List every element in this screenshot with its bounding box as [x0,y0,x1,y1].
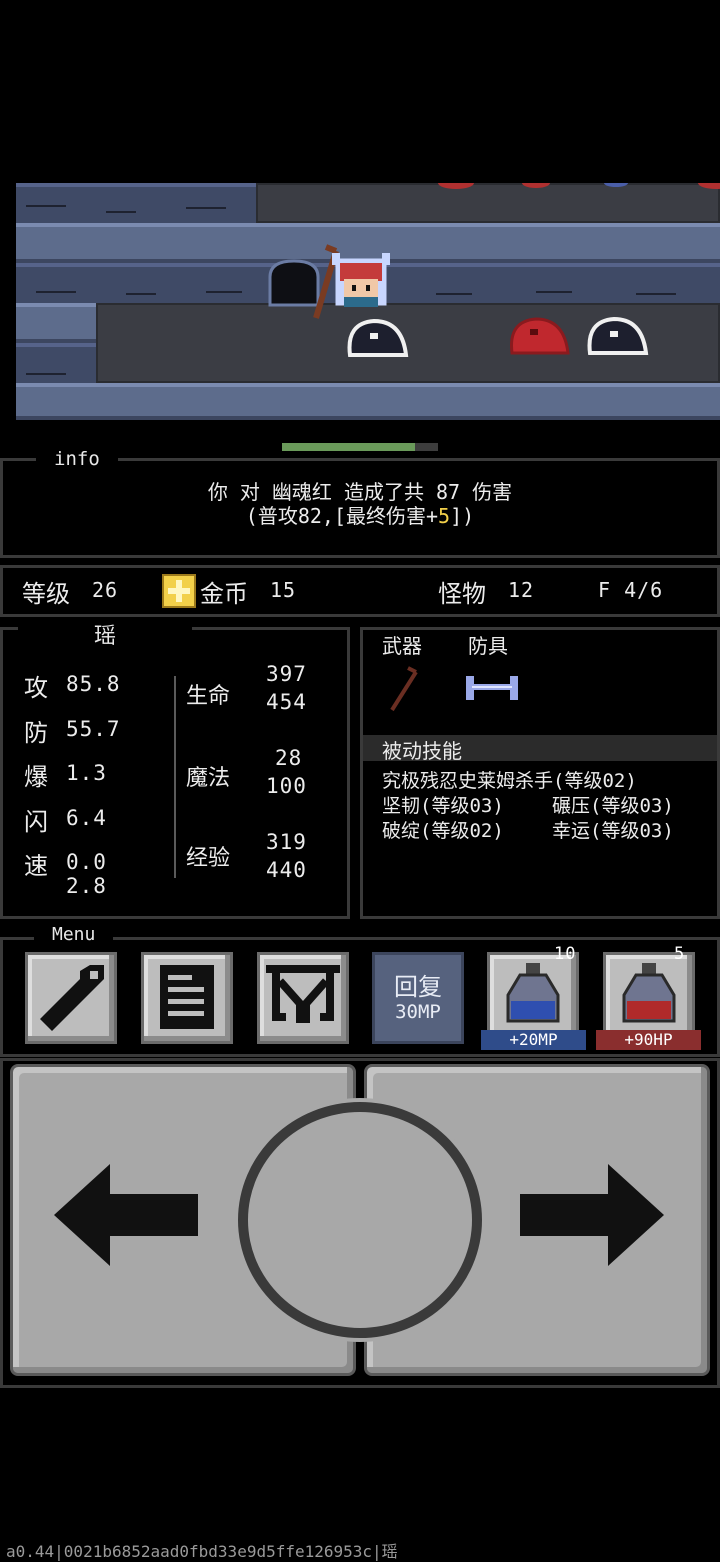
info-line2-prefix: (普攻82,[最终伤害+ [245,504,439,528]
speed-value-top: 0.0 [66,850,107,874]
armor-label: 防具 [468,634,508,658]
floor-indicator: F 4/6 [598,578,664,602]
document-icon [160,965,214,1029]
hp-potion-count: 5 [674,944,686,964]
crit-label: 爆 [24,763,48,791]
recover-button[interactable]: 回复 30MP [372,952,464,1044]
hp-max: 454 [266,690,307,714]
gold-label: 金币 [200,580,248,608]
crit-value: 1.3 [66,761,107,785]
character-name: 瑶 [18,618,192,650]
info-line2-suffix: ]) [450,504,475,528]
map-icon [266,965,340,1023]
monster-value: 12 [508,578,535,602]
recover-cost: 30MP [395,1001,441,1023]
mp-potion-label: +20MP [481,1030,586,1050]
red-potion-icon [622,963,676,1023]
passive-skills-label: 被动技能 [382,739,462,763]
level-label: 等级 [22,580,70,608]
player-hp-bar-fill [282,443,415,451]
exp-current: 319 [266,830,307,854]
info-line2-bonus: 5 [438,504,451,528]
info-message-line2: (普攻82,[最终伤害+5]) [0,500,720,529]
monster-label: 怪物 [438,580,486,608]
passive-skill-4: 破绽(等级02) [382,820,504,842]
defense-value: 55.7 [66,717,121,741]
red-ghost-enemy-icon[interactable] [506,313,572,357]
dodge-label: 闪 [24,808,48,836]
info-title: info [36,448,118,470]
passive-skill-5: 幸运(等级03) [552,820,674,842]
mp-current: 28 [275,746,303,770]
mp-potion-count: 10 [554,944,577,964]
exp-max: 440 [266,858,307,882]
build-info: a0.44|0021b6852aad0fbd33e9d5ffe126953c|瑶 [6,1542,398,1561]
speed-label: 速 [24,852,48,880]
player-character-icon[interactable] [306,243,396,323]
gold-plus-icon[interactable] [162,574,196,608]
passive-skill-3: 碾压(等级03) [552,795,674,817]
hp-current: 397 [266,662,307,686]
map-button[interactable] [257,952,349,1044]
arrow-left-icon [54,1164,198,1266]
stats-divider [174,676,176,878]
weapon-staff-icon[interactable] [384,664,428,714]
ghost-enemy-icon[interactable] [344,315,410,359]
passive-skill-2: 坚韧(等级03) [382,795,504,817]
weapon-label: 武器 [382,634,422,658]
recover-label: 回复 [394,973,442,1001]
dodge-value: 6.4 [66,806,107,830]
settings-button[interactable] [25,952,117,1044]
mp-label: 魔法 [186,766,231,791]
gold-value: 15 [270,578,297,602]
enemy-partial-icons [438,183,720,189]
ghost-enemy-icon[interactable] [584,313,650,357]
game-scene [16,183,720,420]
action-button[interactable] [238,1102,482,1338]
player-hp-bar [282,443,438,451]
speed-value-bottom: 2.8 [66,874,107,898]
attack-value: 85.8 [66,672,121,696]
hp-potion-label: +90HP [596,1030,701,1050]
level-value: 26 [92,578,119,602]
attack-label: 攻 [24,674,48,702]
armor-headband-icon[interactable] [462,670,522,706]
exp-label: 经验 [186,846,231,871]
menu-title: Menu [34,924,114,945]
passive-skill-1: 究极残忍史莱姆杀手(等级02) [382,770,637,792]
mp-max: 100 [266,774,307,798]
log-button[interactable] [141,952,233,1044]
defense-label: 防 [24,719,48,747]
hp-label: 生命 [186,684,231,709]
wrench-icon [40,965,104,1031]
arrow-right-icon [520,1164,664,1266]
blue-potion-icon [506,963,560,1023]
